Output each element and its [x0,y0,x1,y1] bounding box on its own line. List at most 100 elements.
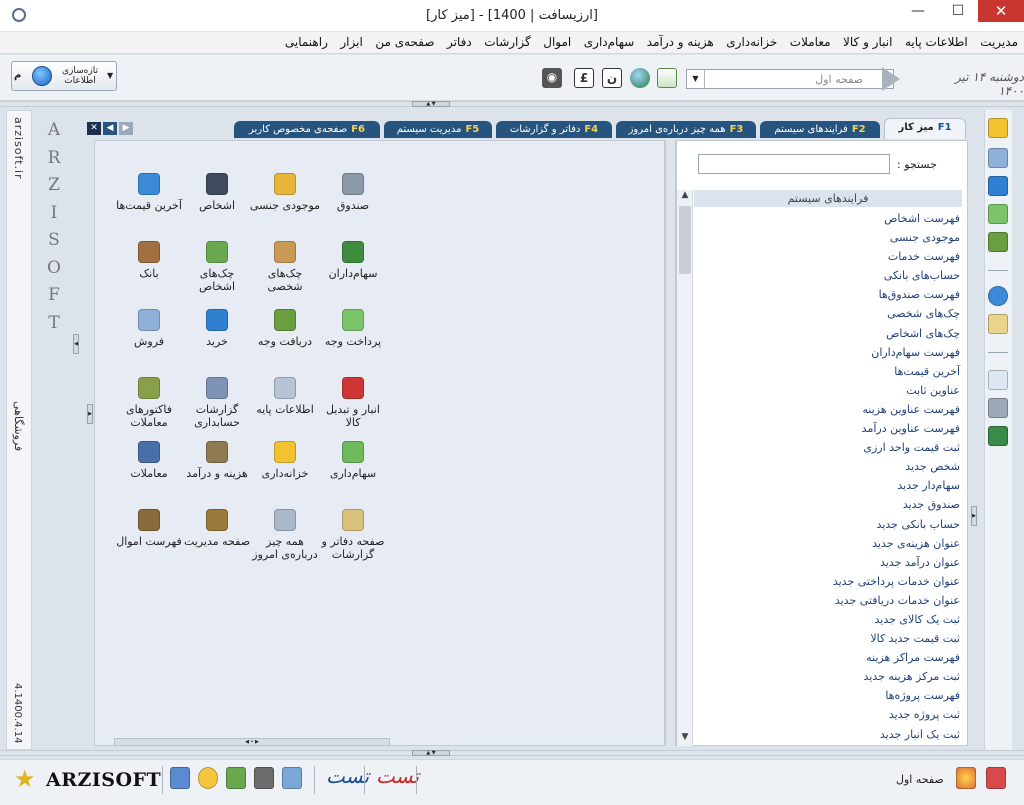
process-list-item[interactable]: آخرین قیمت‌ها [694,362,962,381]
process-list-item[interactable]: فهرست عناوین هزینه [694,400,962,419]
top-splitter[interactable] [0,101,1024,107]
tab-desk[interactable]: F1میز کار [884,118,966,139]
payment-tile[interactable]: پرداخت وجه [317,309,389,348]
process-list-item[interactable]: سهام‌دار جدید [694,476,962,495]
menu-item-tools[interactable]: ابزار [340,35,362,49]
signature-red[interactable]: تست [376,764,419,788]
process-list-item[interactable]: عنوان درآمد جدید [694,553,962,572]
tab-about-today[interactable]: F3همه چیز درباره‌ی امروز [616,121,756,138]
scroll-down-icon[interactable]: ▼ [677,732,693,746]
menu-item-treasury[interactable]: خزانه‌داری [726,35,777,49]
splitter-grip[interactable]: ▲ ▼ [412,101,450,107]
report-chart-icon[interactable] [988,370,1008,390]
accounting-reports-tile[interactable]: گزارشات حسابداری [181,377,253,429]
minimize-button[interactable]: — [898,0,938,22]
personal-checks-tile[interactable]: چک‌های شخصی [249,241,321,293]
treasury-tile[interactable]: خزانه‌داری [249,441,321,480]
process-list-item[interactable]: عنوان خدمات دریافتی جدید [694,591,962,610]
signature-blue[interactable]: تست [326,764,369,788]
base-info-tile[interactable]: اطلاعات پایه [249,377,321,416]
stack-icon[interactable] [254,767,274,789]
process-list-item[interactable]: عنوان هزینه‌ی جدید [694,534,962,553]
right-splitter-grip[interactable]: ▶ [971,506,977,526]
save-disk-icon[interactable] [988,426,1008,446]
menu-item-shareholding[interactable]: سهام‌داری [584,35,635,49]
process-list-item[interactable]: ثبت قیمت جدید کالا [694,629,962,648]
page-select-box[interactable]: ▼ صفحه اول [686,69,894,89]
process-list-item[interactable]: ثبت مرکز هزینه جدید [694,667,962,686]
stock-tile[interactable]: موجودی جنسی [249,173,321,212]
refresh-button[interactable]: م تازه‌سازی اطلاعات ▼ [11,61,117,91]
treasury-icon[interactable] [988,118,1008,138]
payment-icon[interactable] [988,204,1008,224]
menu-item-assets[interactable]: اموال [543,35,571,49]
scroll-up-icon[interactable]: ▲ [677,190,693,204]
horizontal-scrollbar[interactable]: ◀ • ▶ [114,738,390,746]
sale-icon[interactable] [988,148,1008,168]
note-icon[interactable] [988,314,1008,334]
tab-user-page[interactable]: F6صفحه‌ی مخصوص کاربر [234,121,380,138]
inventory-convert-tile[interactable]: انبار و تبدیل کالا [317,377,389,429]
purchase-icon[interactable] [988,176,1008,196]
process-list-item[interactable]: چک‌های اشخاص [694,324,962,343]
process-list-item[interactable]: چک‌های شخصی [694,304,962,323]
process-list-item[interactable]: موجودی جنسی [694,228,962,247]
chart-icon[interactable] [657,68,677,88]
close-button[interactable]: ✕ [978,0,1024,22]
shareholders-tile[interactable]: سهام‌داران [317,241,389,280]
vertical-scrollbar[interactable]: ▲ ▼ [677,190,693,746]
binoculars-icon[interactable]: ◉ [542,68,562,88]
receive-tile[interactable]: دریافت وجه [249,309,321,348]
process-list-item[interactable]: فهرست مراکز هزینه [694,648,962,667]
star-icon[interactable]: ★ [14,765,36,793]
process-list-item[interactable]: ثبت یک کالای جدید [694,610,962,629]
notebook-icon[interactable] [226,767,246,789]
process-list-item[interactable]: حساب بانکی جدید [694,515,962,534]
menu-item-my-page[interactable]: صفحه‌ی من [375,35,434,49]
process-list-item[interactable]: عناوین ثابت [694,381,962,400]
bank-tile[interactable]: بانک [113,241,185,280]
persons-tile[interactable]: اشخاص [181,173,253,212]
shareholding-tile[interactable]: سهام‌داری [317,441,389,480]
panel-grip-left[interactable]: ▶ [87,404,93,424]
management-tile[interactable]: صفحه مدیریت [181,509,253,548]
nun-icon[interactable]: ن [602,68,622,88]
process-list-item[interactable]: ثبت پروژه جدید [694,705,962,724]
maximize-button[interactable]: ☐ [938,0,978,22]
prices-tile[interactable]: آخرین قیمت‌ها [113,173,185,212]
search-input[interactable] [698,154,890,174]
tab-system-management[interactable]: F5مدیریت سیستم [384,121,492,138]
menu-item-transactions[interactable]: معاملات [790,35,831,49]
chevron-down-icon[interactable]: ▼ [687,70,705,88]
menu-item-cost-income[interactable]: هزینه و درآمد [647,35,714,49]
tab-ledgers-reports[interactable]: F4دفاتر و گزارشات [496,121,612,138]
tab-system-processes[interactable]: F2فرایندهای سیستم [760,121,880,138]
clock-icon[interactable] [988,286,1008,306]
flower-icon[interactable] [956,767,976,789]
euro-icon[interactable]: £ [574,68,594,88]
process-list-item[interactable]: حساب‌های بانکی [694,266,962,285]
panel-divider[interactable] [665,140,676,746]
menu-item-reports[interactable]: گزارشات [484,35,530,49]
process-list-item[interactable]: فهرست اشخاص [694,209,962,228]
splitter-grip[interactable]: ▲ ▼ [412,750,450,756]
bottom-splitter[interactable] [0,750,1024,756]
process-list-item[interactable]: شخص جدید [694,457,962,476]
menu-item-management[interactable]: مدیریت [980,35,1018,49]
scroll-grip-icon[interactable]: ◀ • ▶ [235,739,269,745]
process-list-item[interactable]: صندوق جدید [694,495,962,514]
globe-icon[interactable] [630,68,650,88]
others-checks-tile[interactable]: چک‌های اشخاص [181,241,253,293]
calculator-icon[interactable] [170,767,190,789]
scroll-thumb[interactable] [679,206,691,274]
process-list-item[interactable]: فهرست خدمات [694,247,962,266]
invoices-tile[interactable]: فاکتورهای معاملات [113,377,185,429]
cash-tile[interactable]: صندوق [317,173,389,212]
page-select[interactable]: ▼ صفحه اول [686,67,910,91]
left-splitter-grip[interactable]: ◀ [73,334,79,354]
transactions-tile[interactable]: معاملات [113,441,185,480]
calculator-icon[interactable] [988,398,1008,418]
today-tile[interactable]: همه چیز درباره‌ی امروز [249,509,321,561]
clock-icon[interactable] [198,767,218,789]
receipt-icon[interactable] [988,232,1008,252]
